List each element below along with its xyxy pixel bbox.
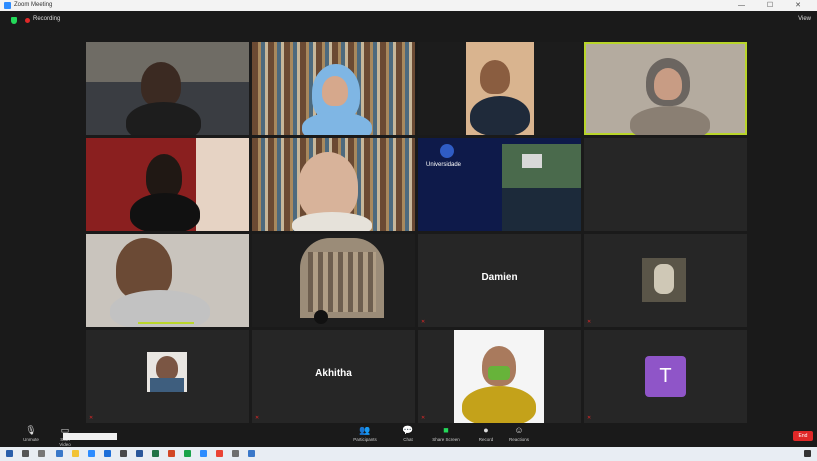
video-tile[interactable]: ✕ bbox=[584, 234, 747, 327]
video-tile-active-speaker[interactable] bbox=[584, 42, 747, 135]
notification-icon[interactable] bbox=[804, 450, 811, 457]
muted-mic-icon: ✕ bbox=[89, 415, 94, 421]
tooltip bbox=[63, 433, 117, 440]
participant-avatar-initial: T bbox=[645, 356, 686, 397]
app-icon-green[interactable] bbox=[184, 450, 191, 457]
app-icon-gray[interactable] bbox=[232, 450, 239, 457]
app-icon-blue[interactable] bbox=[200, 450, 207, 457]
muted-mic-icon: ✕ bbox=[255, 415, 260, 421]
zoom-app-icon bbox=[4, 2, 11, 9]
word-icon[interactable] bbox=[136, 450, 143, 457]
meeting-toolbar: 🎙 Unmute ▭ Start Video 👥 Participants 💬 … bbox=[0, 423, 817, 447]
file-explorer-icon[interactable] bbox=[72, 450, 79, 457]
slide-logo-text: Universidade bbox=[426, 162, 462, 168]
windows-start-icon[interactable] bbox=[6, 450, 13, 457]
windows-taskbar bbox=[0, 447, 817, 461]
reactions-icon: ☺ bbox=[514, 425, 524, 435]
participant-display-name: Damien bbox=[481, 272, 518, 283]
record-icon: ● bbox=[483, 425, 489, 435]
share-screen-button[interactable]: ■ Share Screen bbox=[432, 425, 460, 442]
chrome-icon[interactable] bbox=[216, 450, 223, 457]
powerpoint-icon[interactable] bbox=[168, 450, 175, 457]
share-screen-icon: ■ bbox=[443, 425, 449, 435]
reactions-button[interactable]: ☺ Reactions bbox=[508, 425, 530, 442]
window-controls[interactable]: — ☐ ✕ bbox=[738, 0, 811, 11]
video-tile[interactable] bbox=[252, 138, 415, 231]
chat-button[interactable]: 💬 Chat bbox=[399, 425, 417, 442]
recording-dot-icon bbox=[25, 18, 30, 23]
microphone-icon: 🎙 bbox=[25, 425, 37, 435]
task-view-icon[interactable] bbox=[38, 450, 45, 457]
chat-icon: 💬 bbox=[402, 425, 414, 435]
video-tile[interactable]: Akhitha ✕ bbox=[252, 330, 415, 423]
video-tile[interactable] bbox=[86, 234, 249, 327]
recording-label: Recording bbox=[33, 16, 61, 22]
view-button[interactable]: View bbox=[798, 16, 811, 22]
muted-mic-icon: ✕ bbox=[421, 319, 426, 325]
participants-icon: 👥 bbox=[359, 425, 371, 435]
meeting-topbar: Recording View bbox=[0, 11, 817, 30]
zoom-taskbar-icon[interactable] bbox=[88, 450, 95, 457]
participant-display-name: Akhitha bbox=[315, 368, 352, 379]
muted-mic-icon: ✕ bbox=[587, 319, 592, 325]
screen-share-tile[interactable]: Universidade bbox=[418, 138, 581, 231]
video-tile[interactable]: ✕ bbox=[86, 330, 249, 423]
end-meeting-button[interactable]: End bbox=[793, 431, 813, 441]
video-tile[interactable] bbox=[252, 234, 415, 327]
participants-button[interactable]: 👥 Participants bbox=[352, 425, 378, 442]
video-tile[interactable] bbox=[418, 42, 581, 135]
outlook-icon[interactable] bbox=[104, 450, 111, 457]
video-tile[interactable] bbox=[584, 138, 747, 231]
app-icon[interactable] bbox=[120, 450, 127, 457]
edge-icon[interactable] bbox=[56, 450, 63, 457]
video-tile[interactable]: T ✕ bbox=[584, 330, 747, 423]
video-tile[interactable] bbox=[86, 42, 249, 135]
muted-mic-icon: ✕ bbox=[421, 415, 426, 421]
video-tile[interactable]: ✕ bbox=[418, 330, 581, 423]
video-tile[interactable] bbox=[86, 138, 249, 231]
video-tile[interactable] bbox=[252, 42, 415, 135]
app-icon-blue-2[interactable] bbox=[248, 450, 255, 457]
window-titlebar: Zoom Meeting — ☐ ✕ bbox=[0, 0, 817, 11]
window-title: Zoom Meeting bbox=[14, 2, 53, 8]
search-icon[interactable] bbox=[22, 450, 29, 457]
excel-icon[interactable] bbox=[152, 450, 159, 457]
record-button[interactable]: ● Record bbox=[477, 425, 495, 442]
muted-mic-icon: ✕ bbox=[587, 415, 592, 421]
unmute-button[interactable]: 🎙 Unmute bbox=[22, 425, 40, 442]
security-shield-icon[interactable] bbox=[11, 17, 17, 24]
video-tile[interactable]: Damien ✕ bbox=[418, 234, 581, 327]
